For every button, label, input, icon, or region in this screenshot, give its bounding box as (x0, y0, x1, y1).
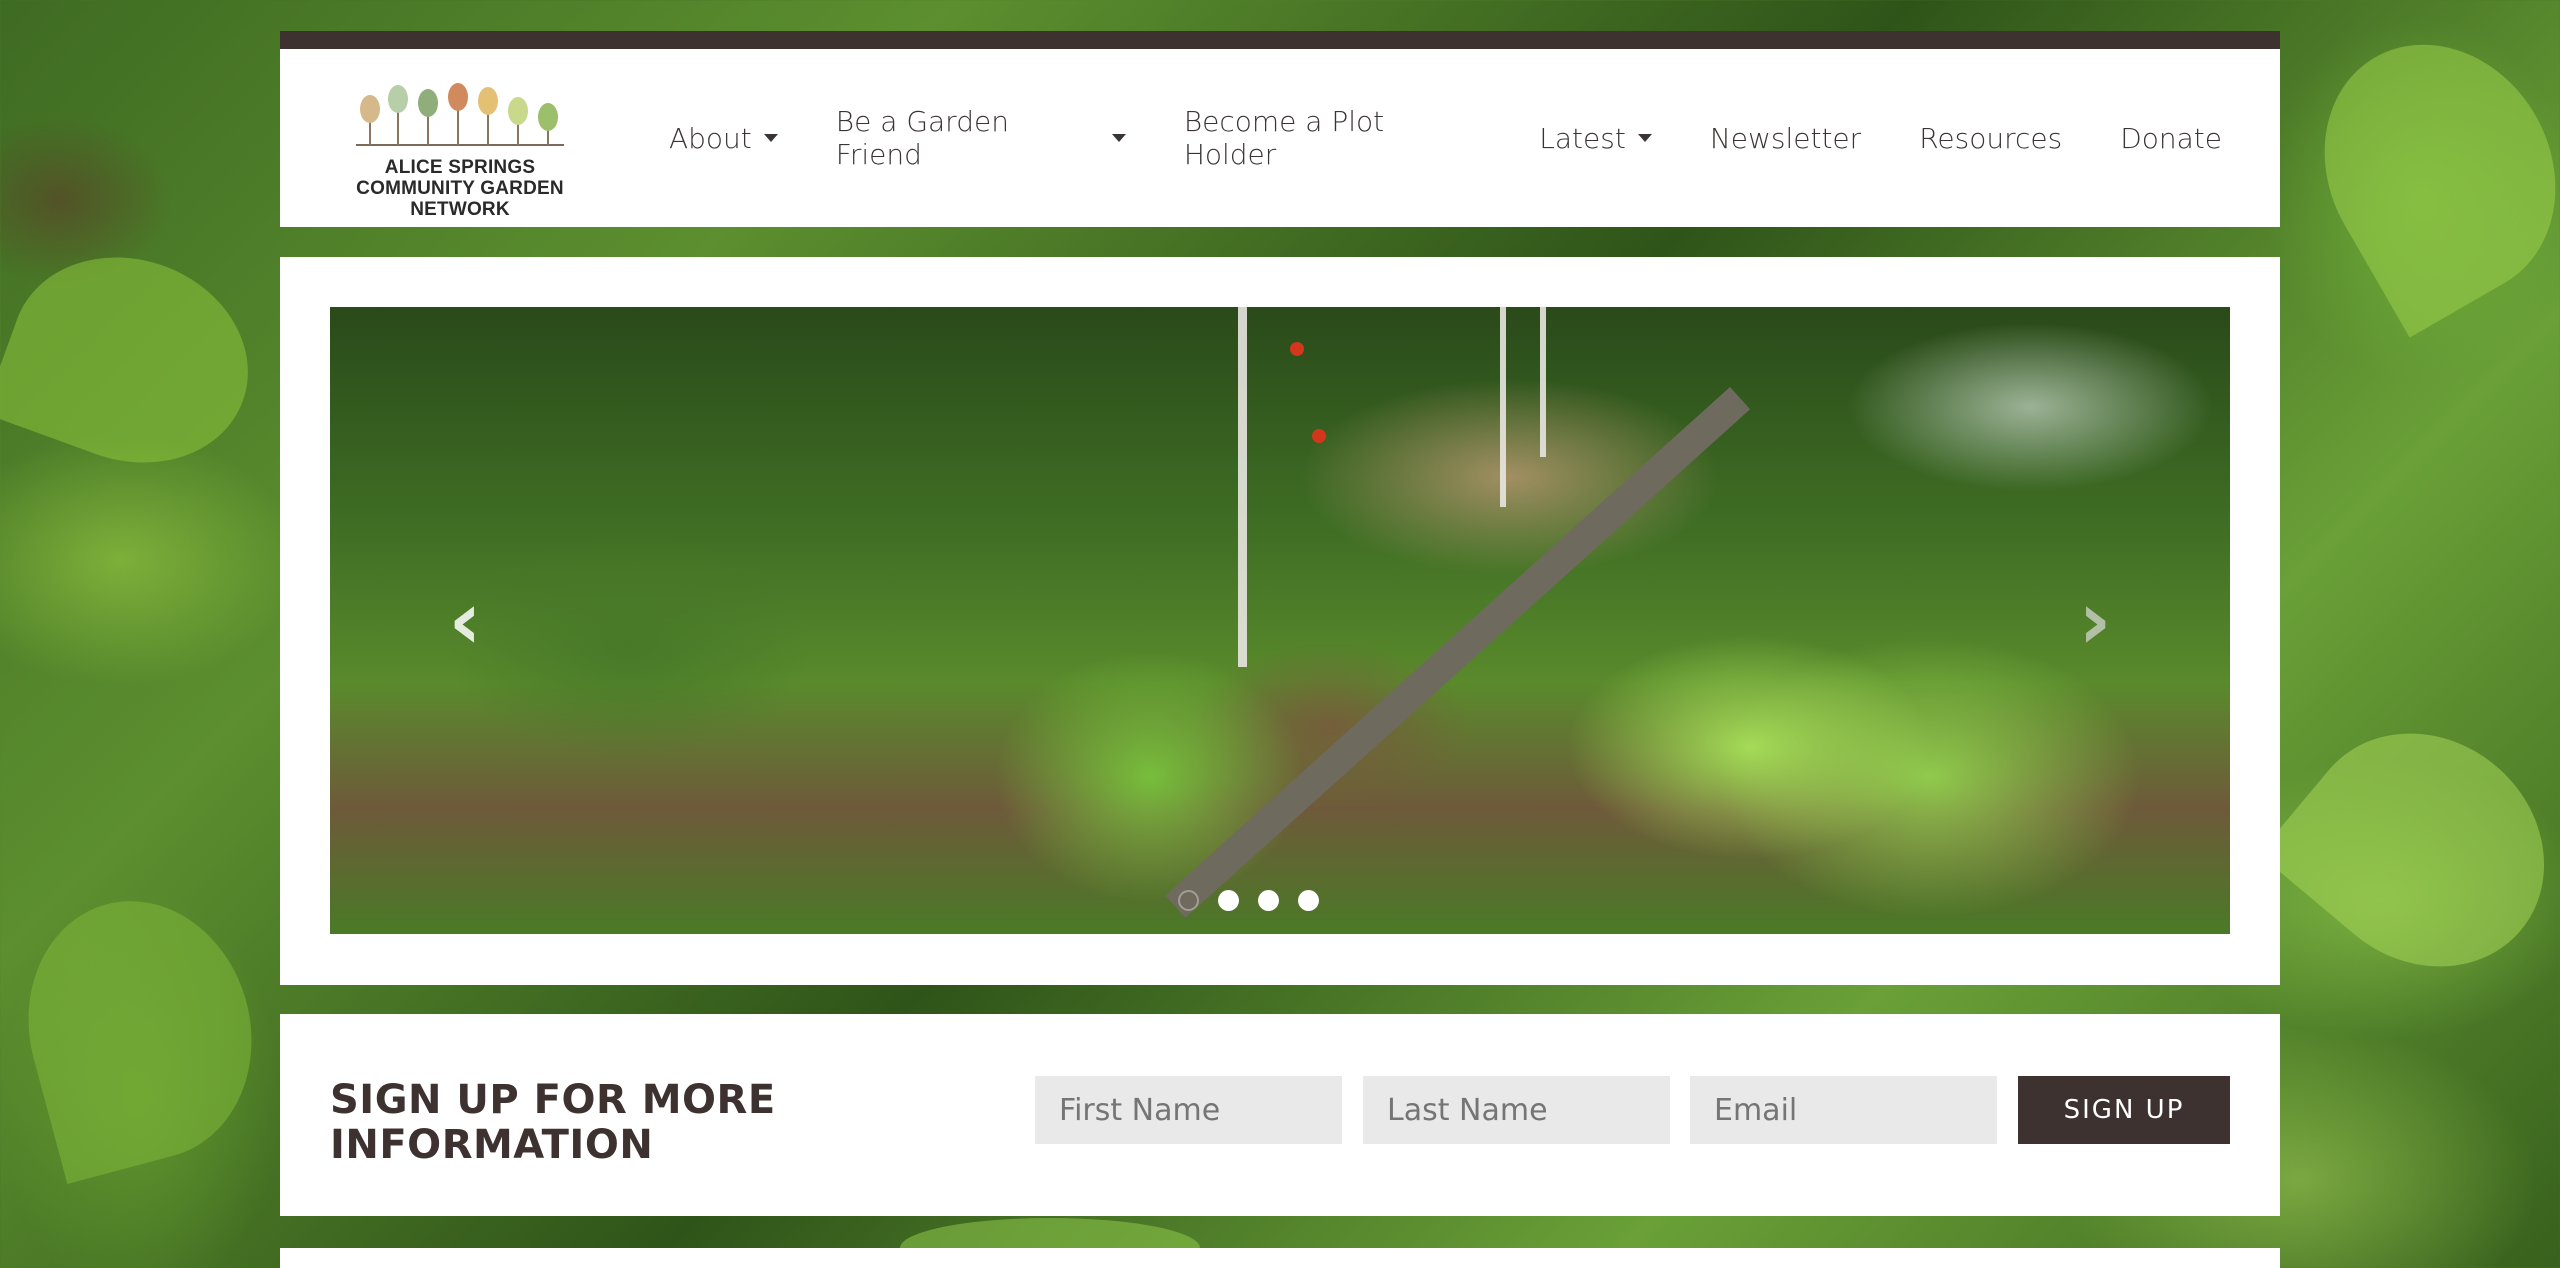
nav-item-label: Resources (1919, 121, 2063, 155)
first-name-field[interactable] (1035, 1076, 1342, 1144)
red-flower (1290, 342, 1304, 356)
nav-item-label: Latest (1539, 121, 1626, 155)
red-flower (1312, 429, 1326, 443)
background-leaf (0, 224, 277, 496)
slider-next-button[interactable]: › (2055, 307, 2135, 934)
background-leaf (2279, 2, 2560, 338)
logo-tree-crown (418, 89, 438, 117)
caret-down-icon (1637, 134, 1652, 142)
email-field[interactable] (1690, 1076, 1997, 1144)
nav-item-become-a-plot-holder[interactable]: Become a Plot Holder (1184, 105, 1481, 171)
nav-item-label: Newsletter (1709, 121, 1862, 155)
slider-pagination (330, 890, 2198, 911)
slider-dot[interactable] (1217, 890, 1239, 911)
logo-line: ALICE SPRINGS (384, 157, 536, 178)
background-leaf (2258, 685, 2560, 1015)
nav-item-label: Donate (2120, 121, 2222, 155)
logo-trees-icon (356, 83, 564, 146)
nav-item-latest[interactable]: Latest (1539, 122, 1652, 155)
caret-down-icon (1111, 134, 1126, 142)
garden-stake (1238, 307, 1247, 667)
logo-tree-crown (538, 103, 558, 131)
next-section-panel (280, 1248, 2280, 1268)
logo-line: COMMUNITY GARDEN (356, 178, 564, 199)
nav-item-resources[interactable]: Resources (1919, 122, 2062, 155)
logo-tree-crown (388, 85, 408, 113)
chevron-left-icon: ‹ (448, 574, 482, 667)
header-top-bar (280, 31, 2280, 49)
signup-title: SIGN UP FOR MORE INFORMATION (330, 1077, 776, 1168)
signup-panel: SIGN UP FOR MORE INFORMATION SIGN UP (280, 1014, 2280, 1216)
signup-button[interactable]: SIGN UP (2018, 1076, 2230, 1144)
main-nav: About Be a Garden Friend Become a Plot H… (669, 49, 2280, 227)
nav-item-about[interactable]: About (669, 122, 778, 155)
site-logo[interactable]: ALICE SPRINGS COMMUNITY GARDEN NETWORK (350, 67, 570, 220)
background-leaf (0, 875, 280, 1185)
chevron-right-icon: › (2078, 574, 2112, 667)
last-name-field[interactable] (1363, 1076, 1670, 1144)
logo-tree-crown (508, 97, 528, 125)
hero-slider-panel: ‹ › (280, 257, 2280, 985)
slider-dot[interactable] (1257, 890, 1279, 911)
logo-line: NETWORK (410, 199, 510, 220)
nav-item-label: About (669, 121, 752, 155)
site-header: ALICE SPRINGS COMMUNITY GARDEN NETWORK A… (280, 49, 2280, 227)
nav-item-donate[interactable]: Donate (2120, 122, 2222, 155)
nav-item-newsletter[interactable]: Newsletter (1710, 122, 1861, 155)
slider-dot[interactable] (1297, 890, 1319, 911)
garden-stake (1540, 307, 1546, 457)
nav-item-be-a-garden-friend[interactable]: Be a Garden Friend (836, 105, 1126, 171)
hero-slide-image: ‹ › (330, 307, 2230, 934)
nav-item-label: Be a Garden Friend (835, 105, 1009, 171)
logo-tree-crown (360, 95, 380, 123)
logo-text: ALICE SPRINGS COMMUNITY GARDEN NETWORK (350, 157, 570, 220)
logo-tree-crown (478, 87, 498, 115)
wooden-beam (1165, 387, 1751, 918)
slider-dot[interactable] (1177, 890, 1199, 911)
garden-stake (1500, 307, 1506, 507)
slider-prev-button[interactable]: ‹ (425, 307, 505, 934)
caret-down-icon (763, 134, 778, 142)
logo-tree-crown (448, 83, 468, 111)
nav-item-label: Become a Plot Holder (1183, 105, 1385, 171)
